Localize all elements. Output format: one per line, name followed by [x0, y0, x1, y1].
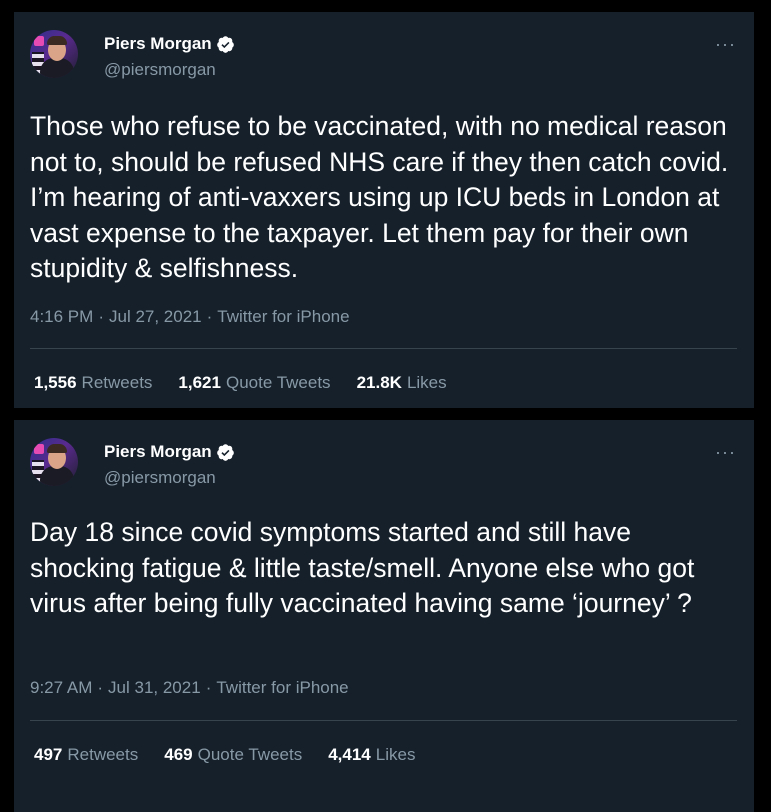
engagement-stats: 497 Retweets 469 Quote Tweets 4,414 Like… [34, 745, 415, 765]
avatar[interactable] [30, 30, 78, 78]
avatar-hair [47, 36, 67, 45]
quote-tweets-count: 469 [164, 745, 193, 764]
avatar-body [40, 58, 74, 78]
author-name[interactable]: Piers Morgan [104, 442, 212, 462]
quote-tweets-stat[interactable]: 469 Quote Tweets [164, 745, 302, 765]
tweet-source[interactable]: Twitter for iPhone [216, 678, 348, 698]
verified-badge-icon [216, 443, 234, 461]
avatar-decoration [34, 36, 44, 46]
tweet-card[interactable]: Piers Morgan @piersmorgan ··· Those who … [14, 12, 754, 408]
meta-separator: · [98, 307, 104, 326]
quote-tweets-count: 1,621 [178, 373, 221, 392]
retweets-stat[interactable]: 497 Retweets [34, 745, 138, 765]
meta-separator: · [97, 678, 104, 697]
meta-separator: · [206, 307, 213, 326]
avatar-hair [47, 444, 67, 453]
retweets-count: 1,556 [34, 373, 77, 392]
quote-tweets-stat[interactable]: 1,621 Quote Tweets [178, 373, 330, 393]
author-row: Piers Morgan [104, 442, 235, 462]
meta-separator: · [205, 678, 212, 697]
author-handle[interactable]: @piersmorgan [104, 60, 216, 80]
tweet-source[interactable]: Twitter for iPhone [217, 307, 349, 327]
more-options-icon[interactable]: ··· [715, 34, 736, 55]
retweets-stat[interactable]: 1,556 Retweets [34, 373, 152, 393]
avatar-body [40, 466, 74, 486]
divider [30, 720, 737, 721]
likes-label: Likes [406, 373, 447, 392]
likes-stat[interactable]: 4,414 Likes [328, 745, 415, 765]
tweet-card[interactable]: Piers Morgan @piersmorgan ··· Day 18 sin… [14, 420, 754, 812]
avatar-decoration [34, 444, 44, 454]
divider [30, 348, 737, 349]
retweets-count: 497 [34, 745, 63, 764]
retweets-label: Retweets [67, 745, 139, 764]
tweet-meta: 9:27 AM · Jul 31, 2021 · Twitter for iPh… [30, 678, 349, 698]
avatar[interactable] [30, 438, 78, 486]
tweet-time[interactable]: 9:27 AM [30, 678, 92, 698]
tweet-text: Day 18 since covid symptoms started and … [30, 517, 695, 618]
more-options-icon[interactable]: ··· [715, 442, 736, 463]
engagement-stats: 1,556 Retweets 1,621 Quote Tweets 21.8K … [34, 373, 447, 393]
tweet-text: Those who refuse to be vaccinated, with … [30, 111, 729, 283]
likes-count: 4,414 [328, 745, 371, 764]
likes-stat[interactable]: 21.8K Likes [357, 373, 447, 393]
tweet-meta: 4:16 PM · Jul 27, 2021 · Twitter for iPh… [30, 307, 350, 327]
quote-tweets-label: Quote Tweets [197, 745, 303, 764]
tweet-date[interactable]: Jul 27, 2021 [109, 307, 202, 327]
author-handle[interactable]: @piersmorgan [104, 468, 216, 488]
quote-tweets-label: Quote Tweets [225, 373, 331, 392]
tweet-date[interactable]: Jul 31, 2021 [108, 678, 201, 698]
tweet-time[interactable]: 4:16 PM [30, 307, 93, 327]
author-row: Piers Morgan [104, 34, 235, 54]
verified-badge-icon [216, 35, 234, 53]
retweets-label: Retweets [81, 373, 153, 392]
likes-label: Likes [375, 745, 416, 764]
author-name[interactable]: Piers Morgan [104, 34, 212, 54]
likes-count: 21.8K [356, 373, 402, 392]
